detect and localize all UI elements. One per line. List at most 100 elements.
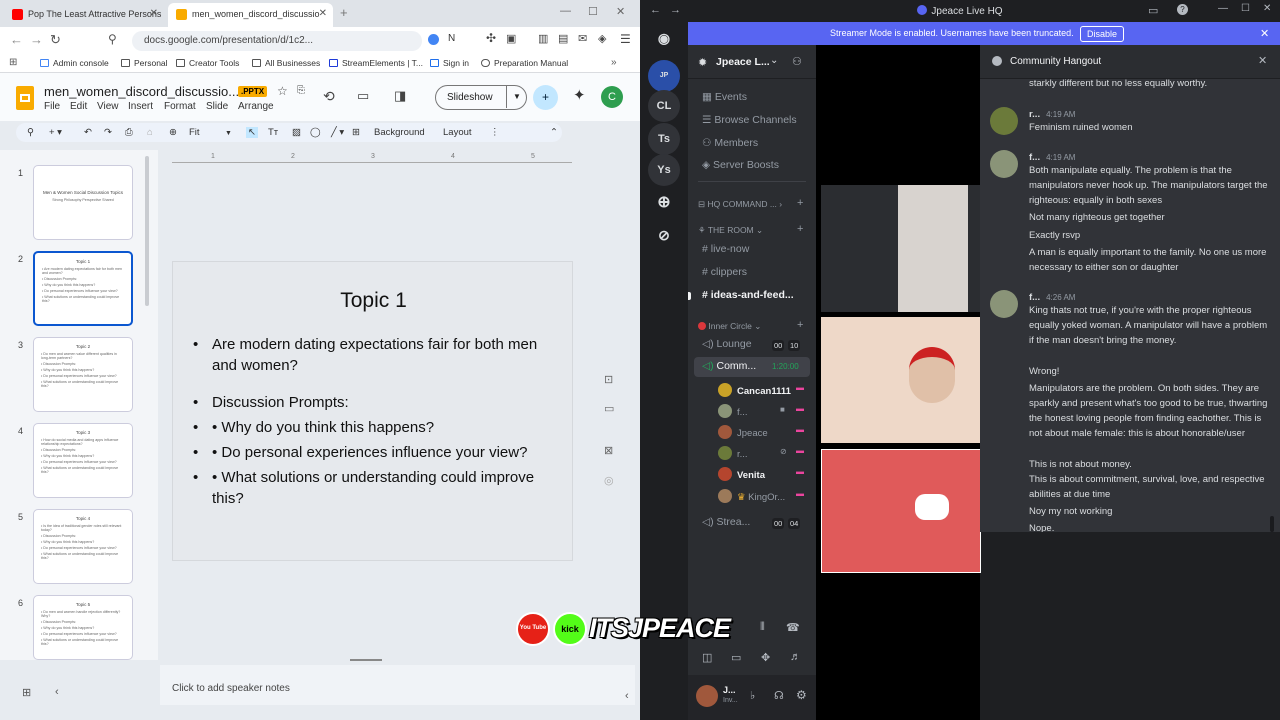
meet-video-icon[interactable]: ◨	[394, 88, 406, 104]
close-banner-icon[interactable]: ✕	[1260, 27, 1269, 40]
reload-icon[interactable]: ↻	[50, 32, 61, 48]
video-tile[interactable]	[821, 449, 981, 573]
insert-image-icon[interactable]: ▨	[292, 127, 301, 138]
print-icon[interactable]: ⎙	[125, 127, 133, 138]
voice-user[interactable]: Cancan1111	[718, 383, 791, 397]
microphone-icon[interactable]: ♭	[750, 689, 755, 702]
user-settings-gear-icon[interactable]: ⚙	[796, 688, 807, 702]
current-slide[interactable]: Topic 1 Are modern dating expectations f…	[172, 261, 573, 561]
camera-toggle-icon[interactable]: ◫	[702, 651, 712, 664]
close-window-icon[interactable]: ✕	[1263, 3, 1271, 14]
address-bar[interactable]: docs.google.com/presentation/d/1c2...	[132, 31, 422, 51]
slide-thumbnail[interactable]: Topic 5 • Do men and women handle rejecti…	[33, 595, 133, 660]
menu-icon[interactable]: ☰	[620, 32, 631, 46]
channel-live-now[interactable]: # live-now	[702, 243, 749, 255]
bookmark-all-businesses[interactable]: All Businesses	[252, 58, 320, 68]
menu-arrange[interactable]: Arrange	[238, 101, 274, 112]
close-window-icon[interactable]: ✕	[616, 5, 625, 18]
gemini-sparkle-icon[interactable]: ✦	[573, 86, 586, 104]
extensions-puzzle-icon[interactable]: ✣	[486, 31, 496, 45]
notes-resize-handle[interactable]	[350, 659, 382, 661]
extension-icon[interactable]: N	[448, 33, 455, 44]
zoom-icon[interactable]: ⊕	[169, 127, 177, 138]
close-tab-icon[interactable]: ✕	[150, 8, 158, 19]
apps-grid-icon[interactable]: ⊞	[9, 57, 17, 68]
server-icon[interactable]: Ts	[648, 123, 680, 155]
maximize-icon[interactable]: ☐	[588, 5, 598, 18]
server-header[interactable]: ✹ Jpeace L... ⌄ ⚇	[688, 45, 816, 79]
bookmark-page-icon[interactable]: ⚲	[108, 32, 117, 46]
category-hq-command[interactable]: ⊟ HQ COMMAND ... ›	[698, 199, 782, 210]
side-panel-add-icon[interactable]: ◎	[604, 474, 614, 487]
voice-settings-icon[interactable]: ⦀	[760, 621, 765, 634]
bookmark-sign-in[interactable]: Sign in	[430, 58, 469, 68]
undo-icon[interactable]: ↶	[84, 127, 92, 138]
slide-body[interactable]: Are modern dating expectations fair for …	[193, 334, 563, 513]
inbox-icon[interactable]: ▭	[1148, 4, 1158, 17]
category-inner-circle[interactable]: Inner Circle ⌄	[698, 321, 761, 332]
voice-user[interactable]: Venita	[718, 467, 765, 481]
extension-icon[interactable]	[428, 34, 439, 45]
menu-insert[interactable]: Insert	[128, 101, 153, 112]
slideshow-dropdown-icon[interactable]: ▼	[506, 85, 526, 108]
video-tile[interactable]	[821, 185, 981, 312]
speaker-notes-input[interactable]: Click to add speaker notes	[172, 683, 290, 694]
chat-scrollbar[interactable]	[1270, 516, 1274, 532]
account-avatar[interactable]: C	[601, 86, 623, 108]
headphones-icon[interactable]: ☊	[774, 689, 784, 702]
shape-icon[interactable]: ◯	[310, 127, 321, 138]
menu-view[interactable]: View	[97, 101, 119, 112]
help-icon[interactable]: ?	[1177, 4, 1188, 15]
forward-icon[interactable]: →	[30, 32, 43, 47]
search-menus-icon[interactable]: ⚲	[27, 127, 34, 138]
sidebar-icon[interactable]: ▥	[538, 32, 548, 45]
slide-thumbnail[interactable]: Topic 4 • Is the idea of traditional gend…	[33, 509, 133, 584]
server-menu-chevron-icon[interactable]: ⌄	[770, 55, 778, 66]
channel-ideas-and-feedback[interactable]: # ideas-and-feed...	[702, 289, 794, 301]
document-title[interactable]: men_women_discord_discussio...	[44, 84, 239, 99]
collapse-toolbar-icon[interactable]: ⌃	[550, 127, 558, 138]
bookmark-preparation-manual[interactable]: Preparation Manual	[481, 58, 568, 68]
bookmark-personal[interactable]: Personal	[121, 58, 168, 68]
create-channel-icon[interactable]: +	[797, 223, 803, 235]
side-panel-calendar-icon[interactable]: ⊠	[604, 444, 613, 457]
zoom-select[interactable]: Fit	[189, 127, 200, 138]
collapse-filmstrip-icon[interactable]: ‹	[55, 686, 59, 698]
more-bookmarks-icon[interactable]: »	[611, 57, 617, 68]
category-the-room[interactable]: ⚘ THE ROOM ⌄	[698, 225, 763, 236]
comments-icon[interactable]: ▭	[357, 88, 369, 104]
activities-icon[interactable]: ✥	[761, 651, 770, 664]
video-tile[interactable]	[821, 317, 981, 443]
slideshow-button[interactable]: Slideshow ▼	[435, 85, 527, 110]
browser-tab-youtube[interactable]: Pop The Least Attractive Persons Bo ✕	[4, 3, 164, 27]
voice-user[interactable]: f...	[718, 404, 748, 418]
nav-events[interactable]: ▦ Events	[702, 91, 747, 103]
move-folder-icon[interactable]: ⎘	[297, 85, 305, 96]
avatar[interactable]	[990, 150, 1018, 178]
filmstrip-scrollbar[interactable]	[145, 156, 149, 306]
menu-slide[interactable]: Slide	[206, 101, 228, 112]
avatar[interactable]	[696, 685, 718, 707]
slide-title[interactable]: Topic 1	[173, 289, 574, 313]
select-tool-icon[interactable]: ↖	[246, 127, 258, 138]
slide-thumbnail[interactable]: Topic 1 • Are modern dating expectations …	[33, 251, 133, 326]
minimize-icon[interactable]: —	[560, 5, 571, 17]
star-icon[interactable]: ☆	[277, 84, 288, 98]
slides-logo-icon[interactable]	[16, 86, 34, 110]
line-icon[interactable]: ╱ ▾	[331, 127, 344, 138]
new-tab-icon[interactable]: +	[340, 5, 348, 20]
server-icon[interactable]: CL	[648, 90, 680, 122]
bookmark-admin-console[interactable]: Admin console	[40, 58, 109, 68]
menu-file[interactable]: File	[44, 101, 60, 112]
create-channel-icon[interactable]: +	[797, 197, 803, 209]
channel-clippers[interactable]: # clippers	[702, 266, 747, 278]
voice-user[interactable]: r...	[718, 446, 748, 460]
maximize-icon[interactable]: ☐	[1241, 3, 1250, 14]
new-slide-icon[interactable]: + ▾	[49, 127, 62, 138]
explore-servers-icon[interactable]: ⊘	[648, 219, 680, 251]
voice-user[interactable]: Jpeace	[718, 425, 768, 439]
extension-icon[interactable]: ◈	[598, 32, 606, 45]
grid-view-icon[interactable]: ⊞	[22, 686, 31, 699]
background-button[interactable]: Background	[374, 127, 425, 138]
minimize-icon[interactable]: —	[1218, 3, 1228, 14]
